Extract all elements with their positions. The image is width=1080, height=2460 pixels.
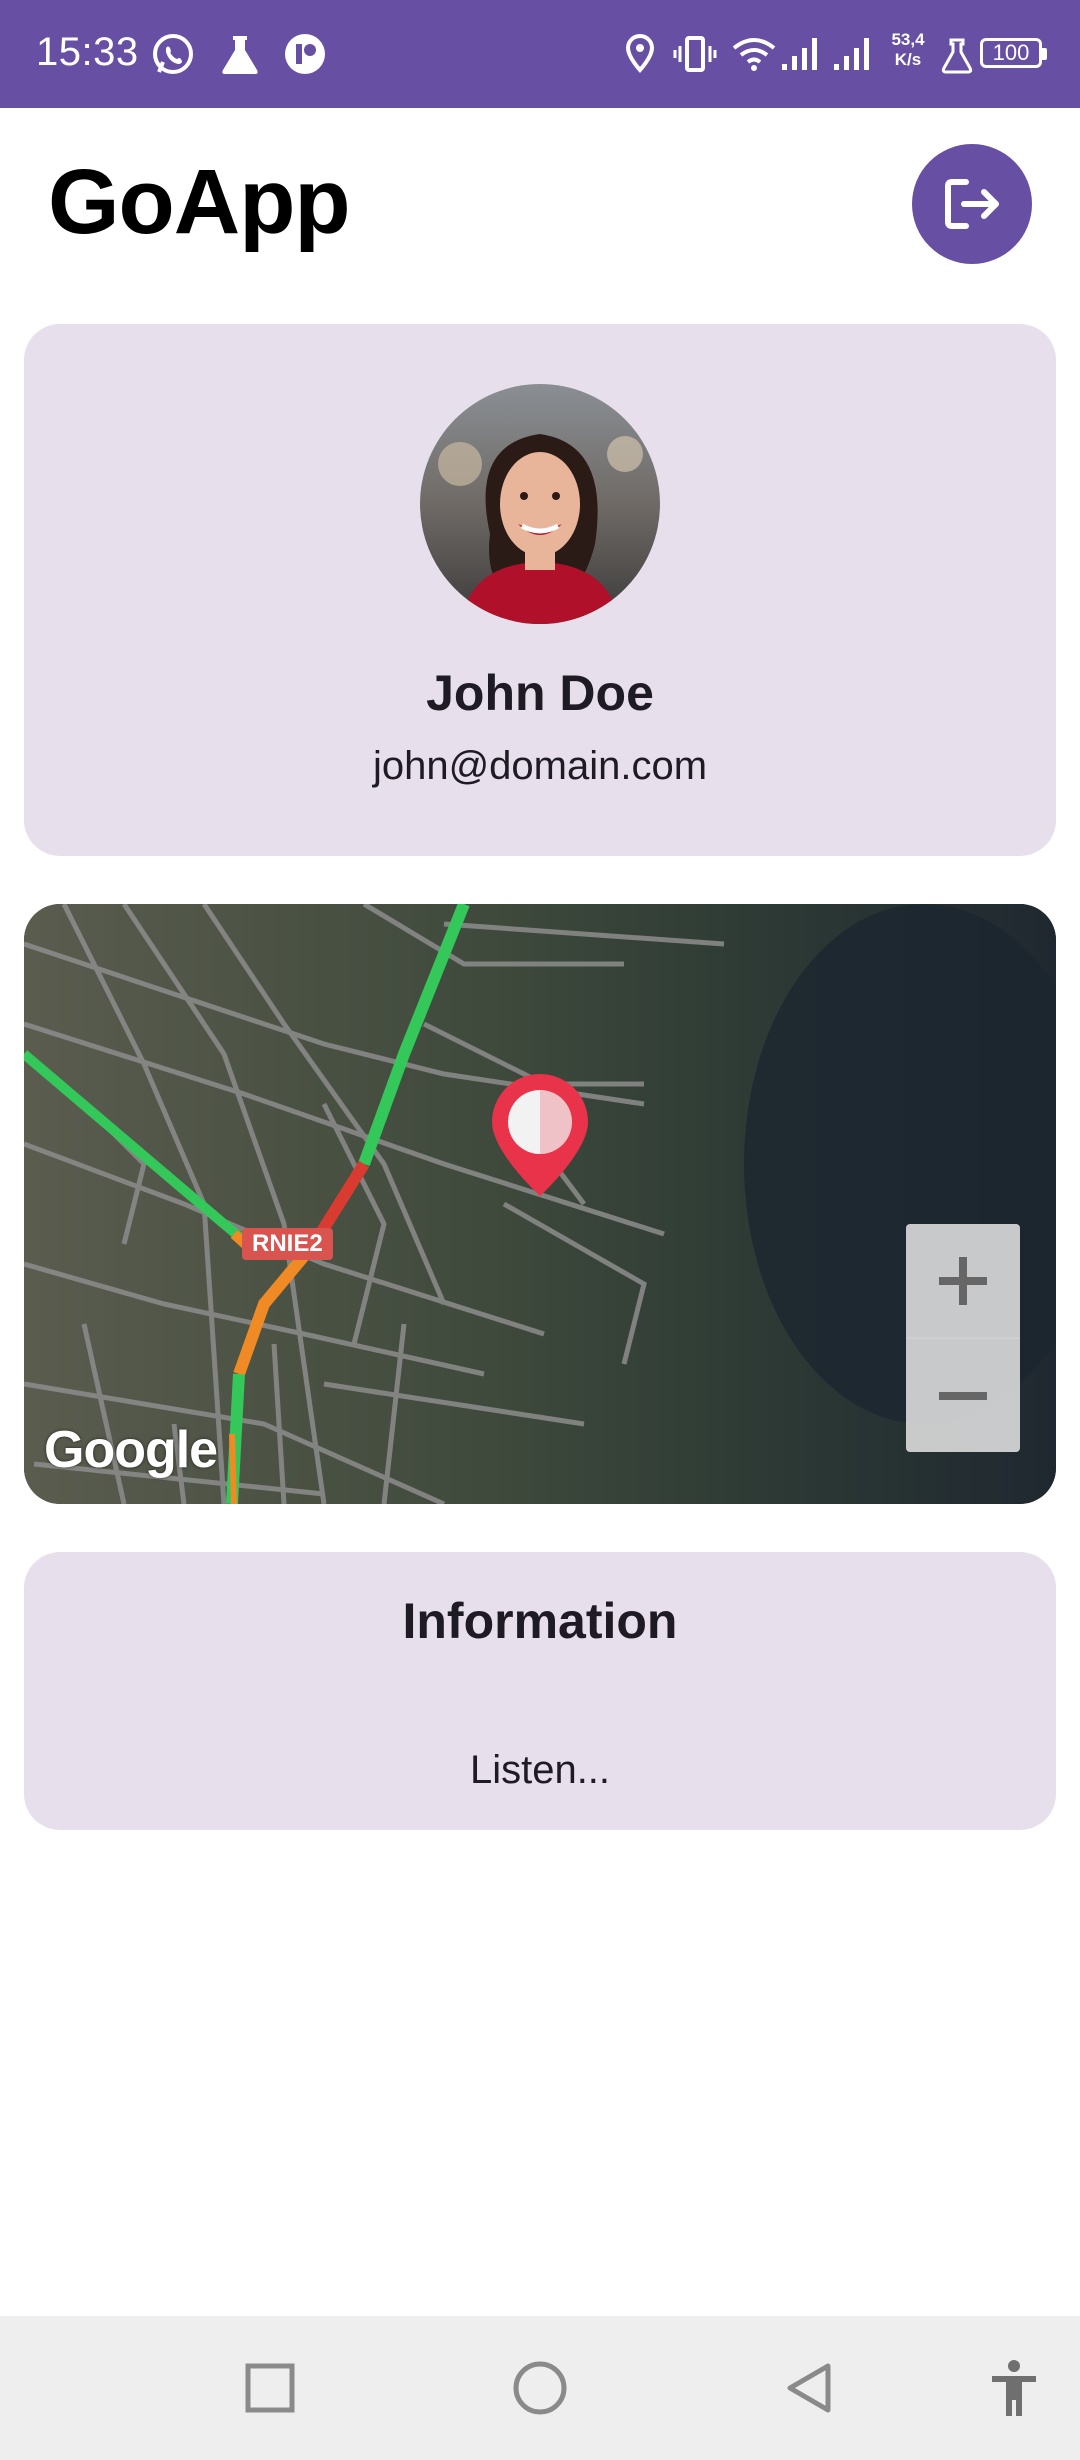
information-title: Information [402, 1593, 678, 1649]
wifi-icon [732, 38, 776, 71]
vibrate-icon [673, 36, 717, 72]
battery-icon: 100 [980, 38, 1047, 68]
app-title: GoApp [48, 151, 351, 253]
home-icon [513, 2361, 567, 2415]
logout-button[interactable] [912, 144, 1032, 264]
google-attribution[interactable]: Google [44, 1420, 218, 1480]
location-icon [625, 33, 655, 73]
system-nav-bar [0, 2316, 1080, 2460]
lab-flask-icon [941, 38, 973, 74]
avatar[interactable] [420, 384, 660, 624]
network-speed-value: 53,4 [891, 30, 925, 49]
minus-icon [939, 1391, 987, 1400]
information-text: Listen... [469, 1748, 611, 1792]
map-satellite [24, 904, 1056, 1504]
profile-card: John Doe john@domain.com [24, 324, 1056, 856]
home-button[interactable] [504, 2352, 576, 2424]
information-card: Information Listen... [24, 1552, 1056, 1830]
status-time: 15:33 [36, 30, 139, 74]
recents-icon [245, 2363, 295, 2413]
signal-icon [834, 38, 869, 70]
zoom-out-button[interactable] [906, 1339, 1020, 1452]
signal-icon [782, 38, 817, 70]
zoom-in-button[interactable] [906, 1224, 1020, 1339]
app-circle-icon [285, 34, 325, 74]
back-button[interactable] [774, 2352, 846, 2424]
avatar-image [420, 384, 660, 624]
lab-flask-icon [222, 36, 258, 74]
accessibility-button[interactable] [978, 2352, 1050, 2424]
profile-name: John Doe [426, 665, 654, 721]
plus-icon [939, 1256, 987, 1305]
network-speed: 53,4 K/s [888, 30, 928, 70]
road-label: RNIE2 [242, 1228, 333, 1260]
status-bar: 15:33 53,4 K/s 100 [0, 0, 1080, 108]
logout-icon [945, 179, 999, 229]
recents-button[interactable] [234, 2352, 306, 2424]
back-icon [787, 2363, 831, 2413]
profile-email: john@domain.com [372, 744, 708, 788]
zoom-controls [906, 1224, 1020, 1452]
accessibility-icon [992, 2360, 1036, 2416]
network-speed-unit: K/s [894, 50, 922, 69]
whatsapp-icon [153, 34, 193, 74]
map-view[interactable]: RNIE2 Google [24, 904, 1056, 1504]
